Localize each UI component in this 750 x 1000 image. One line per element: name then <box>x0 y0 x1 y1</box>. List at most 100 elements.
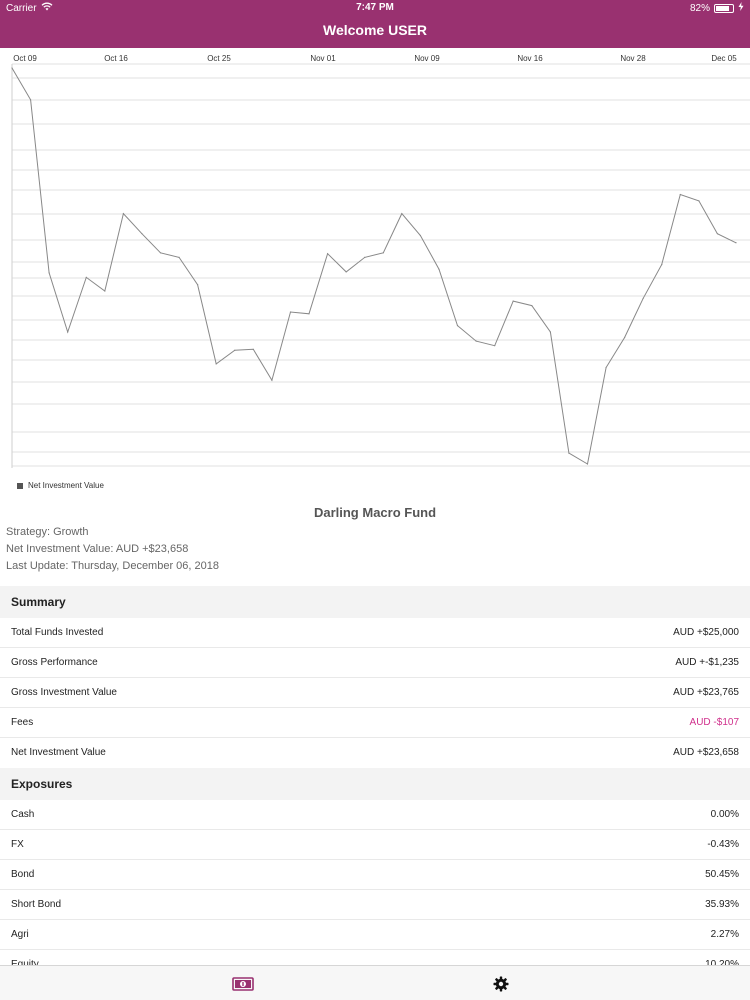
data-point <box>735 242 737 244</box>
summary-row[interactable]: Gross Performance AUD +-$1,235 <box>0 648 750 678</box>
data-point <box>661 264 663 266</box>
data-point <box>549 331 551 333</box>
row-value: AUD +$23,658 <box>673 747 739 758</box>
data-point <box>345 271 347 273</box>
row-label: Cash <box>11 809 35 820</box>
x-tick-label: Nov 16 <box>517 54 543 63</box>
data-point <box>159 252 162 254</box>
investment-chart[interactable]: Oct 09 Oct 16 Oct 25 Nov 01 Nov 09 Nov 16 Nov … <box>0 48 750 498</box>
data-point <box>308 313 310 315</box>
data-point <box>104 290 106 292</box>
data-point <box>48 272 50 274</box>
legend-label: Net Investment Value <box>28 481 104 490</box>
exposure-row[interactable]: Bond 50.45% <box>0 860 750 890</box>
row-label: Total Funds Invested <box>11 627 104 638</box>
data-point <box>215 363 217 365</box>
summary-row[interactable]: Gross Investment Value AUD +$23,765 <box>0 678 750 708</box>
x-tick-label: Nov 09 <box>414 54 440 63</box>
data-point <box>67 331 69 333</box>
status-bar: Carrier 7:47 PM 82% <box>0 0 750 16</box>
data-point <box>122 213 124 215</box>
battery-icon <box>714 3 734 13</box>
tab-settings[interactable] <box>481 966 521 1000</box>
money-icon <box>232 976 254 991</box>
row-label: Gross Performance <box>11 657 98 668</box>
data-point <box>698 200 700 202</box>
data-point <box>624 336 626 339</box>
data-point <box>141 233 143 235</box>
row-value: -0.43% <box>707 839 739 850</box>
data-point <box>568 452 570 454</box>
data-point <box>326 253 329 255</box>
tab-portfolio[interactable] <box>223 966 263 1000</box>
status-time: 7:47 PM <box>356 2 394 13</box>
data-point <box>401 213 403 215</box>
battery-fill <box>716 5 730 11</box>
exposure-row[interactable]: Short Bond 35.93% <box>0 890 750 920</box>
fund-net-value: Net Investment Value: AUD +$23,658 <box>6 543 189 555</box>
row-value: 35.93% <box>705 899 739 910</box>
data-point <box>642 297 644 299</box>
row-label: Agri <box>11 929 29 940</box>
fund-name: Darling Macro Fund <box>313 505 437 520</box>
data-point <box>494 345 496 347</box>
data-point <box>252 348 254 350</box>
row-label: FX <box>11 839 24 850</box>
exposure-row[interactable]: Agri 2.27% <box>0 920 750 950</box>
data-point <box>234 349 236 351</box>
data-point <box>716 233 719 235</box>
row-value-negative: AUD -$107 <box>689 717 739 728</box>
data-point <box>531 305 533 307</box>
x-tick-label: Oct 25 <box>207 54 231 63</box>
data-point <box>679 193 681 196</box>
legend-swatch <box>17 482 23 489</box>
data-point <box>456 325 459 327</box>
tab-bar <box>0 965 750 1000</box>
exposures-header: Exposures <box>0 768 750 800</box>
data-point <box>605 366 607 369</box>
row-value: 50.45% <box>705 869 739 880</box>
fund-strategy: Strategy: Growth <box>6 526 89 538</box>
summary-row[interactable]: Fees AUD -$107 <box>0 708 750 738</box>
data-point <box>512 300 514 302</box>
x-tick-label: Nov 28 <box>620 54 646 63</box>
data-point <box>11 67 13 69</box>
chart-svg: Oct 09 Oct 16 Oct 25 Nov 01 Nov 09 Nov 16 Nov … <box>11 54 750 468</box>
row-value: 2.27% <box>710 929 739 940</box>
row-value: AUD +$25,000 <box>673 627 739 638</box>
row-label: Fees <box>11 717 34 728</box>
data-point <box>29 99 32 101</box>
status-right: 82% <box>690 2 744 14</box>
data-point <box>438 268 440 270</box>
row-value: 0.00% <box>710 809 739 820</box>
data-point <box>289 311 292 313</box>
summary-row[interactable]: Total Funds Invested AUD +$25,000 <box>0 618 750 648</box>
x-tick-label: Dec 05 <box>711 54 737 63</box>
data-point <box>271 379 273 381</box>
app-header: Carrier 7:47 PM 82% Welcome USER <box>0 0 750 48</box>
summary-row[interactable]: Net Investment Value AUD +$23,658 <box>0 738 750 768</box>
row-label: Gross Investment Value <box>11 687 117 698</box>
nav-title: Welcome USER <box>323 22 427 38</box>
row-label: Net Investment Value <box>11 747 106 758</box>
data-point <box>178 256 180 258</box>
data-point <box>586 463 589 465</box>
series-line-net-investment-value <box>11 67 737 465</box>
summary-header: Summary <box>0 586 750 618</box>
exposure-row[interactable]: FX -0.43% <box>0 830 750 860</box>
chart-legend: Net Investment Value <box>17 481 104 490</box>
row-label: Bond <box>11 869 35 880</box>
exposure-row[interactable]: Cash 0.00% <box>0 800 750 830</box>
row-label: Short Bond <box>11 899 62 910</box>
battery-percent: 82% <box>689 2 710 14</box>
data-point <box>197 284 199 286</box>
data-point <box>364 256 366 258</box>
row-value: AUD +-$1,235 <box>675 657 739 668</box>
data-point <box>419 234 422 237</box>
data-point <box>382 252 384 254</box>
x-tick-label: Oct 16 <box>104 54 128 63</box>
x-tick-label: Nov 01 <box>310 54 336 63</box>
x-tick-label: Oct 09 <box>13 54 37 63</box>
charging-icon <box>738 2 744 14</box>
data-point <box>85 276 87 278</box>
